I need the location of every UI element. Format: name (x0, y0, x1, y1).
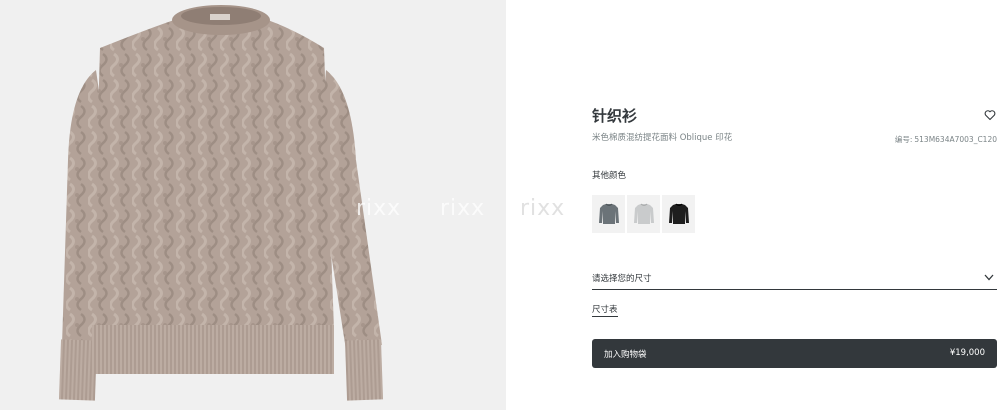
color-swatch-grey[interactable] (592, 195, 625, 233)
add-to-cart-button[interactable]: 加入购物袋 ¥19,000 (592, 339, 997, 368)
sweater-thumbnail-icon (668, 203, 689, 224)
watermark-text: rixx (356, 196, 402, 221)
sweater-thumbnail-icon (633, 203, 654, 224)
product-title: 针织衫 (592, 107, 638, 125)
product-info-pane: rixx 针织衫 米色棉质混纺提花面料 Oblique 印花 编号: 513M63… (506, 0, 1000, 410)
sweater-image (58, 5, 384, 401)
watermark-text: rixx (520, 196, 566, 221)
add-to-cart-label: 加入购物袋 (604, 350, 647, 360)
heart-icon[interactable] (984, 109, 996, 121)
product-image-pane: rixx rixx (0, 0, 506, 410)
product-reference: 编号: 513M634A7003_C120 (893, 134, 997, 145)
reference-label: 编号: (894, 135, 913, 144)
other-colors-label: 其他颜色 (592, 171, 627, 181)
color-swatch-light-grey[interactable] (627, 195, 660, 233)
sweater-thumbnail-icon (598, 203, 619, 224)
size-guide-link[interactable]: 尺寸表 (592, 303, 618, 317)
color-swatch-black[interactable] (662, 195, 695, 233)
reference-value: 513M634A7003_C120 (914, 135, 997, 144)
size-select-placeholder: 请选择您的尺寸 (592, 274, 652, 284)
product-price: ¥19,000 (949, 348, 985, 358)
color-swatches (592, 195, 695, 233)
chevron-down-icon (984, 274, 994, 281)
size-select[interactable]: 请选择您的尺寸 (592, 266, 997, 290)
product-subtitle: 米色棉质混纺提花面料 Oblique 印花 (592, 133, 733, 143)
watermark-text: rixx (440, 196, 486, 221)
